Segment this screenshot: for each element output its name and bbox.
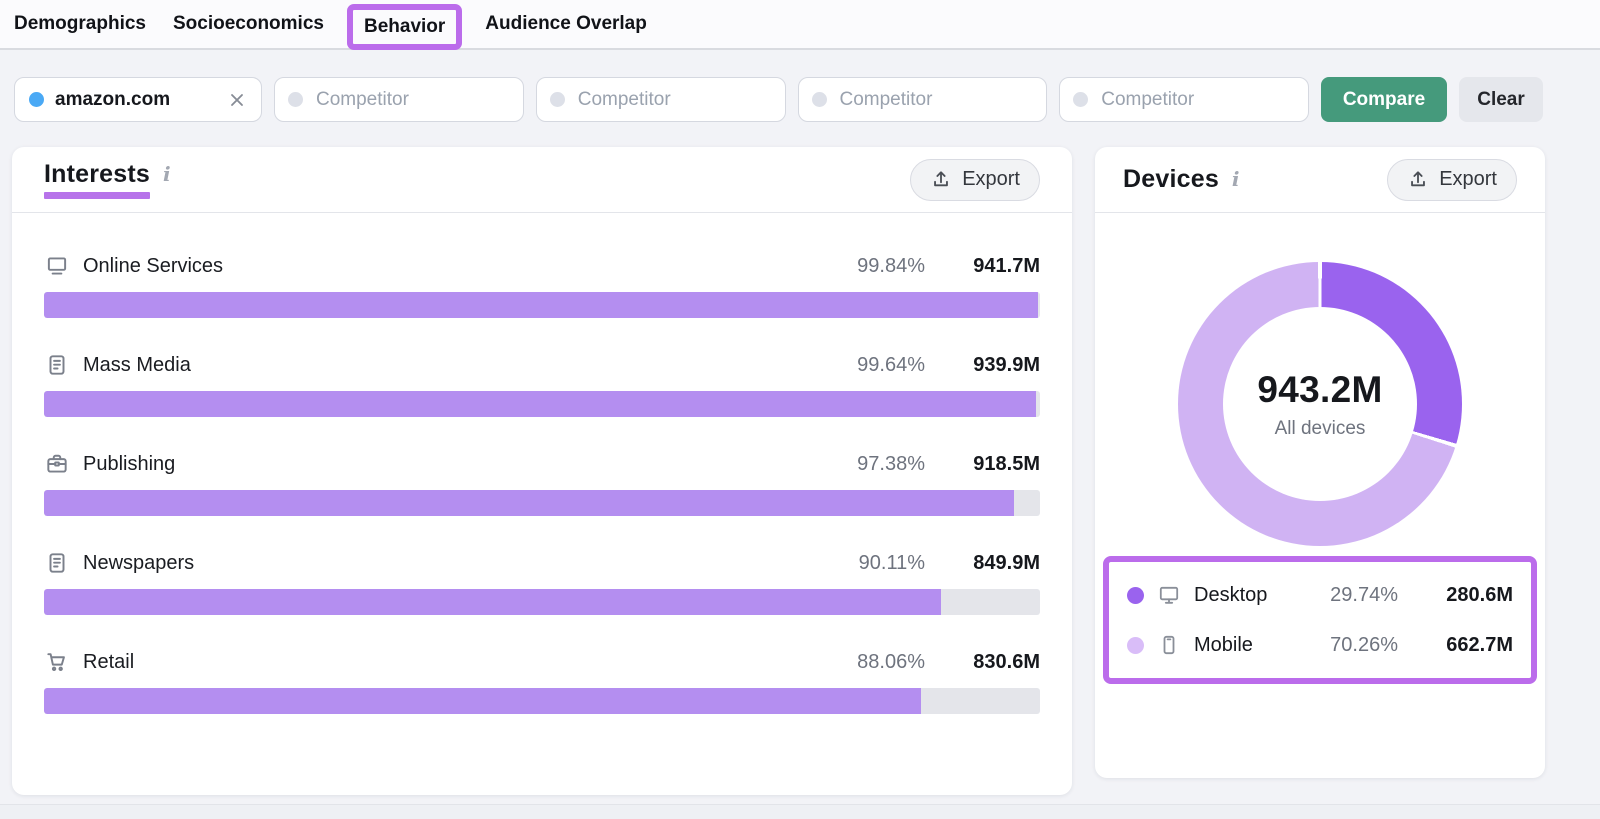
interest-value: 939.9M [954, 354, 1040, 377]
cart-icon [44, 649, 70, 675]
desktop-icon [1157, 583, 1181, 607]
tab-bar: Demographics Socioeconomics Behavior Aud… [0, 0, 1600, 50]
devices-donut-chart: 943.2M All devices [1178, 262, 1462, 546]
info-icon[interactable]: i [1232, 167, 1240, 191]
behavior-tab-annotation: Behavior [347, 4, 462, 50]
interest-label: Retail [83, 651, 844, 674]
competitor-field-2[interactable] [576, 88, 772, 112]
competitor-dot-icon [1073, 92, 1088, 107]
competitor-field-3[interactable] [838, 88, 1034, 112]
interest-value: 849.9M [954, 552, 1040, 575]
interest-row-newspapers: Newspapers 90.11% 849.9M [44, 550, 1040, 615]
tab-socioeconomics[interactable]: Socioeconomics [173, 13, 324, 35]
domain-dot-icon [29, 92, 44, 107]
news-icon [44, 550, 70, 576]
interest-percent: 90.11% [859, 552, 925, 575]
mobile-dot-icon [1127, 637, 1144, 654]
interest-bar-track [44, 688, 1040, 714]
interest-bar-track [44, 490, 1040, 516]
legend-label: Mobile [1194, 634, 1317, 657]
close-icon[interactable] [227, 90, 247, 110]
tab-behavior[interactable]: Behavior [364, 16, 445, 37]
interest-percent: 99.84% [857, 255, 925, 278]
interest-bar-fill [44, 391, 1036, 417]
interest-percent: 97.38% [857, 453, 925, 476]
info-icon[interactable]: i [163, 162, 171, 186]
competitor-field-4[interactable] [1099, 88, 1295, 112]
export-label: Export [962, 168, 1020, 191]
interests-title-underline [44, 192, 150, 199]
interest-percent: 99.64% [857, 354, 925, 377]
interest-bar-fill [44, 490, 1014, 516]
domain-label: amazon.com [55, 89, 216, 111]
devices-header: Devices i Export [1095, 147, 1545, 213]
interest-label: Newspapers [83, 552, 846, 575]
competitor-field-1[interactable] [314, 88, 510, 112]
domain-chip[interactable]: amazon.com [14, 77, 262, 122]
interest-label: Mass Media [83, 354, 844, 377]
devices-export-button[interactable]: Export [1387, 159, 1517, 201]
interests-rows: Online Services 99.84% 941.7M Mass Media… [12, 213, 1072, 714]
clear-button[interactable]: Clear [1459, 77, 1543, 122]
interests-panel: Interests i Export Online Services 99.84… [12, 147, 1072, 795]
competitor-dot-icon [812, 92, 827, 107]
page-bottom-strip [0, 804, 1600, 819]
tab-demographics[interactable]: Demographics [14, 13, 146, 35]
interest-row-publishing: Publishing 97.38% 918.5M [44, 451, 1040, 516]
laptop-icon [44, 253, 70, 279]
legend-value: 662.7M [1425, 634, 1513, 657]
compare-button[interactable]: Compare [1321, 77, 1447, 122]
competitor-input-3[interactable] [798, 77, 1048, 122]
legend-percent: 29.74% [1330, 584, 1398, 607]
interest-label: Online Services [83, 255, 844, 278]
competitor-input-2[interactable] [536, 77, 786, 122]
interest-label: Publishing [83, 453, 844, 476]
interest-percent: 88.06% [857, 651, 925, 674]
export-icon [930, 169, 952, 191]
interest-bar-fill [44, 688, 921, 714]
competitor-dot-icon [288, 92, 303, 107]
devices-legend-annotation: Desktop 29.74% 280.6M Mobile 70.26% 662.… [1103, 556, 1537, 684]
desktop-dot-icon [1127, 587, 1144, 604]
export-icon [1407, 169, 1429, 191]
legend-value: 280.6M [1425, 584, 1513, 607]
competitor-input-1[interactable] [274, 77, 524, 122]
interest-bar-track [44, 391, 1040, 417]
export-label: Export [1439, 168, 1497, 191]
mobile-icon [1157, 633, 1181, 657]
interest-row-retail: Retail 88.06% 830.6M [44, 649, 1040, 714]
legend-percent: 70.26% [1330, 634, 1398, 657]
interests-header: Interests i Export [12, 147, 1072, 213]
legend-row-mobile[interactable]: Mobile 70.26% 662.7M [1127, 620, 1513, 670]
competitor-dot-icon [550, 92, 565, 107]
interests-title: Interests [44, 160, 150, 189]
news-icon [44, 352, 70, 378]
legend-row-desktop[interactable]: Desktop 29.74% 280.6M [1127, 570, 1513, 620]
filter-row: amazon.com Compare Clear [14, 77, 1543, 122]
interests-export-button[interactable]: Export [910, 159, 1040, 201]
donut-center: 943.2M All devices [1223, 307, 1417, 501]
devices-panel: Devices i Export 943.2M All devices De [1095, 147, 1545, 778]
interest-row-online-services: Online Services 99.84% 941.7M [44, 253, 1040, 318]
donut-center-value: 943.2M [1257, 369, 1382, 411]
interest-bar-track [44, 292, 1040, 318]
tab-audience-overlap[interactable]: Audience Overlap [485, 13, 647, 35]
interest-bar-track [44, 589, 1040, 615]
interest-bar-fill [44, 292, 1038, 318]
interest-bar-fill [44, 589, 941, 615]
competitor-input-4[interactable] [1059, 77, 1309, 122]
donut-center-label: All devices [1275, 418, 1366, 440]
interest-value: 918.5M [954, 453, 1040, 476]
devices-title: Devices [1123, 165, 1219, 194]
legend-label: Desktop [1194, 584, 1317, 607]
main-content: Interests i Export Online Services 99.84… [12, 147, 1545, 795]
briefcase-icon [44, 451, 70, 477]
interest-row-mass-media: Mass Media 99.64% 939.9M [44, 352, 1040, 417]
interest-value: 941.7M [954, 255, 1040, 278]
devices-donut-wrap: 943.2M All devices [1095, 262, 1545, 546]
interest-value: 830.6M [954, 651, 1040, 674]
